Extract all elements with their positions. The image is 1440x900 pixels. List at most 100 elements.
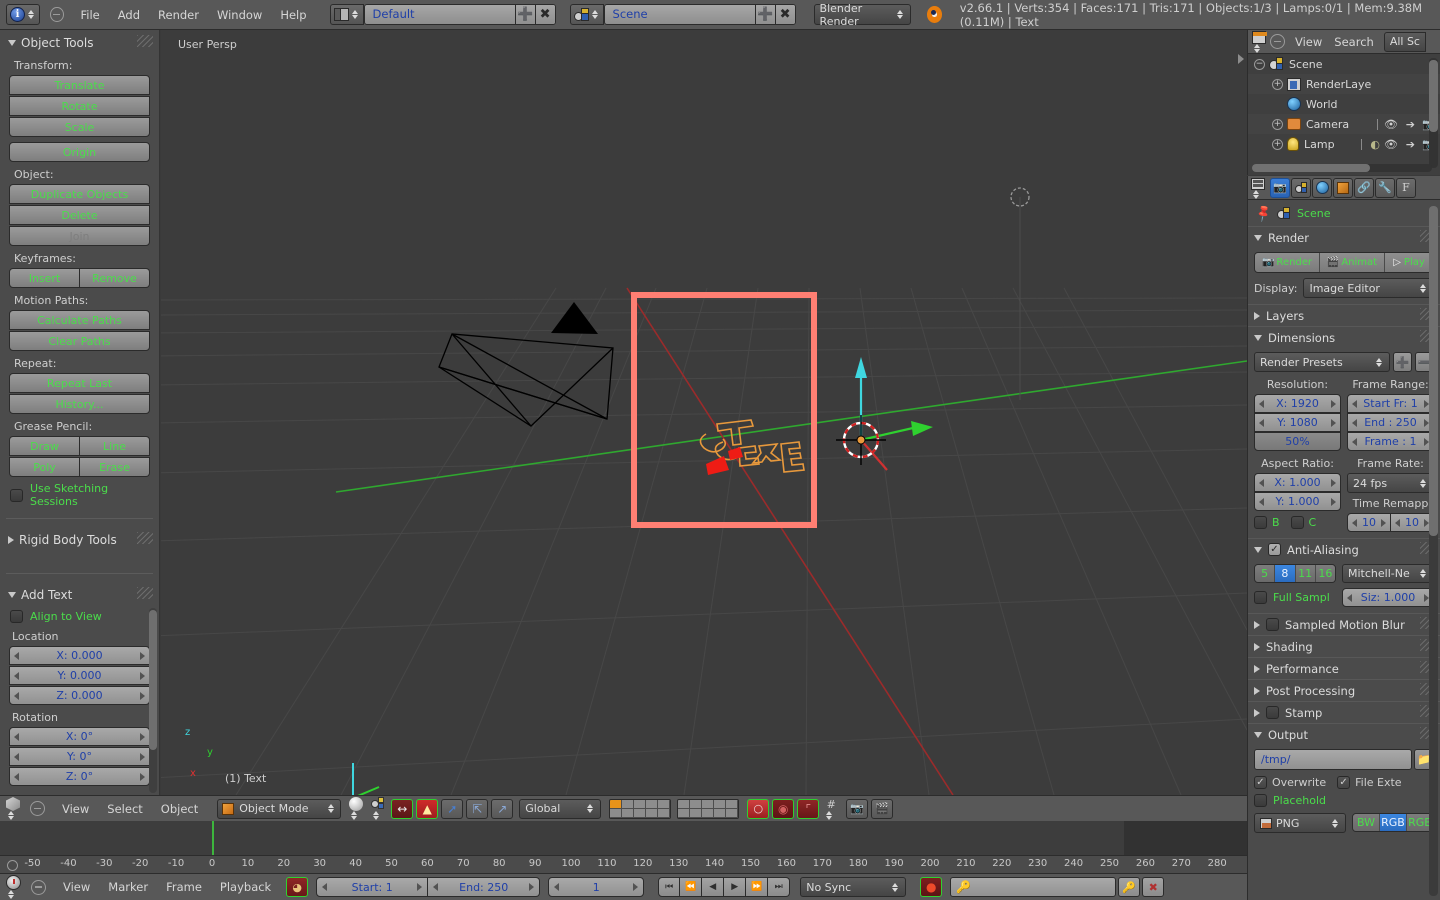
insert-keyframe-icon[interactable]: 🔑 [1118,877,1141,897]
gp-poly-button[interactable]: Poly [9,457,80,477]
vp-menu-select[interactable]: Select [98,797,151,821]
outliner-horizontal-scrollbar[interactable] [1252,164,1432,172]
outliner-display-mode-selector[interactable]: All Sc [1383,31,1426,52]
tab-data[interactable]: F [1396,177,1416,198]
object-tools-panel-header[interactable]: Object Tools [0,30,159,54]
dimensions-panel-header[interactable]: Dimensions [1248,326,1440,348]
use-sketching-sessions-row[interactable]: Use Sketching Sessions [0,478,159,510]
manipulator-toggle-icon[interactable]: ↔ [391,798,414,819]
visibility-eye-icon[interactable]: 👁 [1384,118,1398,131]
decrement-icon[interactable] [554,883,560,891]
decrement-icon[interactable] [1395,518,1400,527]
properties-editor[interactable]: 📷 🔗 🔧 F 📌 Scene Render 📷 Render 🎬 Animat… [1247,176,1440,900]
active-keying-set-field[interactable]: 🔑 [950,877,1117,897]
decrement-icon[interactable] [14,732,19,741]
3d-viewport[interactable]: User Persp (1) Text z y x [161,30,1247,795]
frame-back-icon[interactable]: ◀ [702,877,725,897]
stamp-checkbox[interactable] [1266,706,1279,719]
tab-constraints[interactable]: 🔗 [1354,177,1374,198]
increment-icon[interactable] [140,691,145,700]
editor-type-selector-properties[interactable] [1251,177,1265,199]
increment-icon[interactable] [1381,518,1386,527]
display-mode-selector[interactable]: Image Editor [1303,278,1434,298]
screen-layout-field[interactable]: Default ➕ ✖ [363,4,556,25]
increment-icon[interactable] [1331,497,1336,506]
vp-menu-view[interactable]: View [53,797,98,821]
outliner-row-scene[interactable]: − Scene [1248,54,1440,74]
properties-scrollbar[interactable] [1429,206,1438,896]
resolution-y-field[interactable]: Y: 1080 [1254,413,1341,432]
record-icon[interactable]: ● [920,877,943,897]
outliner-row-lamp[interactable]: + Lamp ◐ 👁 ➔ 📷 [1248,134,1440,154]
decrement-icon[interactable] [1259,399,1264,408]
menu-add[interactable]: Add [109,3,149,27]
outliner-menu-search[interactable]: Search [1328,30,1380,54]
tl-menu-view[interactable]: View [54,875,99,899]
file-format-selector[interactable]: PNG [1254,813,1346,833]
lamp-data-icon[interactable]: ◐ [1370,138,1380,151]
aspect-x-field[interactable]: X: 1.000 [1254,473,1341,492]
selectability-cursor-icon[interactable]: ➔ [1406,118,1415,131]
frame-step-field[interactable]: Frame : 1 [1347,432,1434,451]
decrement-icon[interactable] [1347,593,1352,602]
layer-group-1[interactable] [609,798,672,819]
tab-scene[interactable] [1291,177,1311,198]
resolution-percentage-field[interactable]: 50% [1254,432,1341,451]
delete-button[interactable]: Delete [9,205,150,225]
frame-rate-selector[interactable]: 24 fps [1347,473,1434,493]
add-preset-button[interactable]: ➕ [1393,352,1412,372]
tab-object[interactable] [1333,177,1353,198]
antialiasing-panel-header[interactable]: ✓ Anti-Aliasing [1248,538,1440,560]
calculate-paths-button[interactable]: Calculate Paths [9,310,150,330]
add-text-panel-header[interactable]: Add Text [0,582,159,606]
performance-panel-header[interactable]: Performance [1248,657,1440,679]
interaction-mode-selector[interactable]: Object Mode [217,798,342,819]
output-panel-header[interactable]: Output [1248,723,1440,745]
full-sample-checkbox[interactable] [1254,591,1267,604]
border-checkbox[interactable] [1254,516,1267,529]
location-z-field[interactable]: Z: 0.000 [9,686,150,705]
increment-icon[interactable] [140,732,145,741]
scene-browse-icon[interactable] [569,4,604,25]
editor-type-selector-timeline[interactable] [6,875,21,899]
increment-icon[interactable] [140,671,145,680]
viewport-shading-selector[interactable] [349,797,364,820]
rigid-body-tools-panel-header[interactable]: Rigid Body Tools [0,527,159,551]
decrement-icon[interactable] [433,883,439,891]
outliner-row-camera[interactable]: + Camera 👁 ➔ 📷 [1248,114,1440,134]
increment-icon[interactable] [1331,478,1336,487]
render-image-button[interactable]: 📷 Render [1255,253,1320,272]
aspect-y-field[interactable]: Y: 1.000 [1254,492,1341,511]
color-mode-rgb[interactable]: RGB [1380,814,1407,831]
snap-target-icon[interactable]: ◉ [772,798,795,819]
output-path-field[interactable]: /tmp/ [1254,749,1412,770]
frame-forward-icon[interactable]: ⏩ [746,877,769,897]
placeholder-checkbox[interactable] [1254,794,1267,807]
timeline-editor[interactable]: -50 -40 -30 -20 -10 0 10 20 30 40 50 60 70 80 90 100 110… [0,821,1247,873]
layer-group-2[interactable] [677,798,740,819]
play-render-button[interactable]: ▷ Play [1385,253,1433,272]
sampled-motion-blur-checkbox[interactable] [1266,618,1279,631]
placeholder-row[interactable]: Placehold [1254,794,1434,807]
render-icon[interactable]: 📷 [846,798,869,819]
expand-icon[interactable]: + [1272,78,1283,90]
aa-sample-8[interactable]: 8 [1275,565,1296,582]
expand-icon[interactable]: + [1272,118,1283,130]
tl-menu-frame[interactable]: Frame [157,875,211,899]
gp-draw-button[interactable]: Draw [9,436,80,456]
pin-icon[interactable]: 📌 [1253,203,1273,223]
aa-filter-selector[interactable]: Mitchell-Ne [1342,564,1434,583]
translate-button[interactable]: Translate [9,75,150,95]
jump-end-icon[interactable]: ⏭ [768,877,791,897]
shading-panel-header[interactable]: Shading [1248,635,1440,657]
end-frame-prop-field[interactable]: End : 250 [1347,413,1434,432]
aa-sample-11[interactable]: 11 [1295,565,1316,582]
editor-type-selector-3dview[interactable] [6,797,20,820]
scene-name-field[interactable]: Scene ➕ ✖ [603,4,796,25]
decrement-icon[interactable] [1259,478,1264,487]
collapse-menus-icon[interactable] [50,7,64,22]
file-extensions-checkbox[interactable]: ✓ [1337,776,1351,789]
selectability-cursor-icon[interactable]: ➔ [1406,138,1415,151]
increment-icon[interactable] [529,883,535,891]
current-frame-field[interactable]: 1 [548,877,645,897]
